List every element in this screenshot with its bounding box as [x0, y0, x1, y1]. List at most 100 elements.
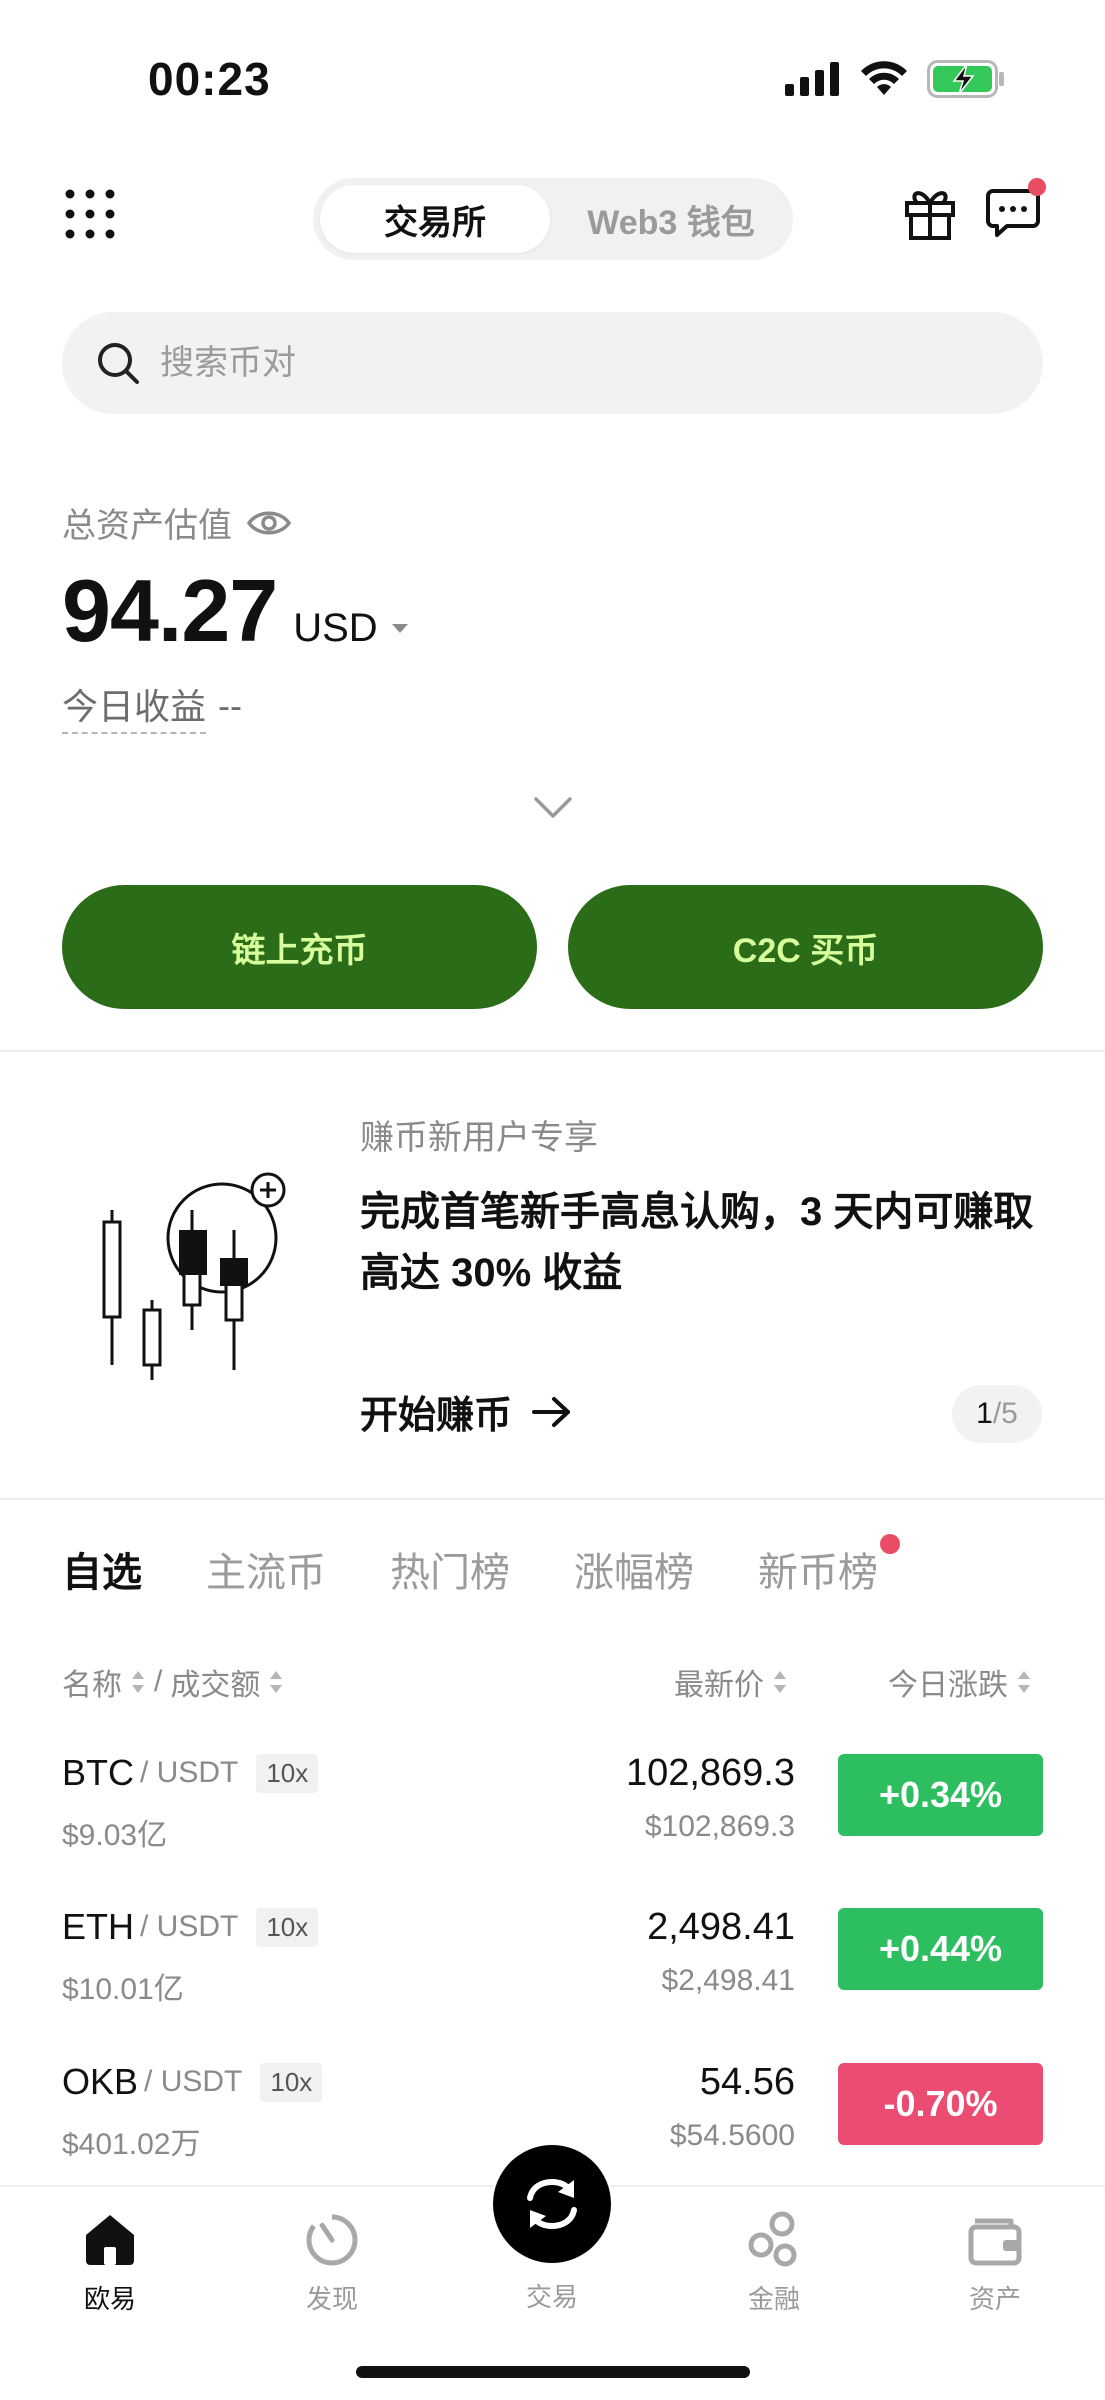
- status-bar: 00:23: [0, 0, 1105, 150]
- nav-assets[interactable]: 资产: [925, 2209, 1065, 2316]
- promo-cta-label: 开始赚币: [360, 1395, 513, 1437]
- tab-web3-wallet[interactable]: Web3 钱包: [556, 185, 786, 253]
- today-pnl-value: --: [218, 685, 242, 726]
- price-usd: $54.5600: [669, 2119, 795, 2152]
- promo-title[interactable]: 完成首笔新手高息认购，3 天内可赚取高达 30% 收益: [360, 1182, 1040, 1304]
- caret-down-icon[interactable]: [391, 624, 408, 633]
- home-indicator: [356, 2366, 750, 2378]
- nav-assets-label: 资产: [968, 2284, 1021, 2314]
- section-divider: [0, 1498, 1105, 1500]
- pair-name: OKB / USDT 10x: [62, 2061, 323, 2103]
- promo-pager: 1/5: [952, 1385, 1042, 1443]
- pair-quote: / USDT: [144, 2065, 243, 2098]
- tab-mainstream[interactable]: 主流币: [206, 1540, 326, 1598]
- sort-icon: [132, 1671, 144, 1693]
- market-tabs: 自选 主流币 热门榜 涨幅榜 新币榜: [62, 1534, 900, 1598]
- nav-home-label: 欧易: [83, 2284, 136, 2314]
- leverage-badge: 10x: [256, 1753, 319, 1793]
- change-badge[interactable]: +0.34%: [838, 1754, 1043, 1836]
- nav-discover-label: 发现: [305, 2284, 358, 2314]
- battery-charging-icon: [927, 60, 1004, 98]
- start-earning-link[interactable]: 开始赚币: [360, 1384, 572, 1439]
- change-badge[interactable]: -0.70%: [838, 2063, 1043, 2145]
- total-asset-value: 94.27: [62, 561, 278, 660]
- col-header-price[interactable]: 最新价: [674, 1660, 788, 1704]
- pair-base: ETH: [62, 1906, 134, 1947]
- search-input[interactable]: [160, 312, 1000, 414]
- market-row[interactable]: ETH / USDT 10x $10.01亿 2,498.41 $2,498.4…: [0, 1906, 1105, 2056]
- nav-trade-label[interactable]: 交易: [493, 2277, 611, 2314]
- asset-label: 总资产估值: [62, 507, 232, 545]
- wifi-icon: [861, 61, 907, 95]
- promo-page-current: 1: [976, 1397, 993, 1430]
- tab-new-listings-label: 新币榜: [758, 1551, 878, 1595]
- col-price-label: 最新价: [674, 1669, 764, 1702]
- status-icons: [785, 60, 1005, 98]
- pair-base: OKB: [62, 2061, 139, 2102]
- apps-menu-button[interactable]: [64, 188, 116, 240]
- asset-label-row: 总资产估值: [62, 498, 292, 547]
- col-change-label: 今日涨跌: [888, 1669, 1008, 1702]
- search-icon: [98, 343, 139, 384]
- notification-dot: [1028, 178, 1046, 196]
- volume: $10.01亿: [62, 1973, 184, 2006]
- promo-page-total: /5: [992, 1397, 1018, 1430]
- currency-selector[interactable]: USD: [293, 606, 377, 651]
- pair-base: BTC: [62, 1752, 134, 1793]
- gift-button[interactable]: [903, 185, 957, 241]
- home-icon: [86, 2215, 134, 2265]
- leverage-badge: 10x: [256, 1907, 319, 1947]
- market-row[interactable]: BTC / USDT 10x $9.03亿 102,869.3 $102,869…: [0, 1752, 1105, 1902]
- arrow-right-icon: [532, 1396, 571, 1427]
- chevron-down-icon[interactable]: [533, 796, 573, 820]
- col-header-name[interactable]: 名称 / 成交额: [62, 1660, 284, 1704]
- status-time: 00:23: [148, 53, 271, 105]
- pair-name: ETH / USDT 10x: [62, 1906, 319, 1948]
- top-bar: 交易所 Web3 钱包: [0, 170, 1105, 260]
- sort-icon: [774, 1671, 786, 1693]
- sort-icon: [270, 1671, 283, 1693]
- price-usd: $102,869.3: [644, 1810, 795, 1843]
- wallet-icon: [968, 2218, 1022, 2266]
- leverage-badge: 10x: [260, 2062, 323, 2102]
- onchain-deposit-button[interactable]: 链上充币: [62, 885, 537, 1009]
- volume: $401.02万: [62, 2128, 201, 2161]
- eye-icon[interactable]: [246, 508, 292, 538]
- nav-home[interactable]: 欧易: [40, 2209, 180, 2316]
- c2c-buy-button[interactable]: C2C 买币: [568, 885, 1043, 1009]
- col-sep-label: /: [154, 1665, 163, 1698]
- pair-quote: / USDT: [140, 1756, 239, 1789]
- today-pnl-row: 今日收益 --: [62, 678, 242, 734]
- change-badge[interactable]: +0.44%: [838, 1908, 1043, 1990]
- mode-switch: 交易所 Web3 钱包: [313, 178, 793, 260]
- last-price: 54.56: [699, 2061, 795, 2103]
- pair-quote: / USDT: [140, 1910, 239, 1943]
- tab-hot[interactable]: 热门榜: [390, 1540, 510, 1598]
- discover-icon: [306, 2214, 358, 2266]
- col-volume-label: 成交额: [170, 1669, 261, 1702]
- volume: $9.03亿: [62, 1819, 168, 1852]
- nav-discover[interactable]: 发现: [262, 2209, 402, 2316]
- finance-icon: [748, 2211, 797, 2267]
- sort-icon: [1018, 1671, 1030, 1693]
- tab-watchlist[interactable]: 自选: [62, 1540, 142, 1598]
- asset-value-row: 94.27 USD: [62, 560, 408, 662]
- candlestick-illustration-icon: [102, 1172, 286, 1380]
- tab-new-listings[interactable]: 新币榜: [758, 1534, 900, 1598]
- trade-button[interactable]: [493, 2145, 611, 2263]
- signal-icon: [785, 62, 839, 96]
- last-price: 2,498.41: [647, 1906, 795, 1948]
- promo-subtitle: 赚币新用户专享: [360, 1119, 598, 1157]
- pair-name: BTC / USDT 10x: [62, 1752, 319, 1794]
- tab-gainers[interactable]: 涨幅榜: [574, 1540, 694, 1598]
- col-name-label: 名称: [62, 1669, 122, 1702]
- last-price: 102,869.3: [625, 1752, 795, 1794]
- search-bar[interactable]: [62, 312, 1043, 414]
- gift-icon: [905, 191, 955, 240]
- nav-finance[interactable]: 金融: [704, 2209, 844, 2316]
- grid-icon: [65, 189, 115, 239]
- today-pnl-label[interactable]: 今日收益: [62, 678, 207, 734]
- section-divider: [0, 1050, 1105, 1052]
- col-header-change[interactable]: 今日涨跌: [888, 1660, 1032, 1704]
- tab-exchange[interactable]: 交易所: [320, 185, 550, 253]
